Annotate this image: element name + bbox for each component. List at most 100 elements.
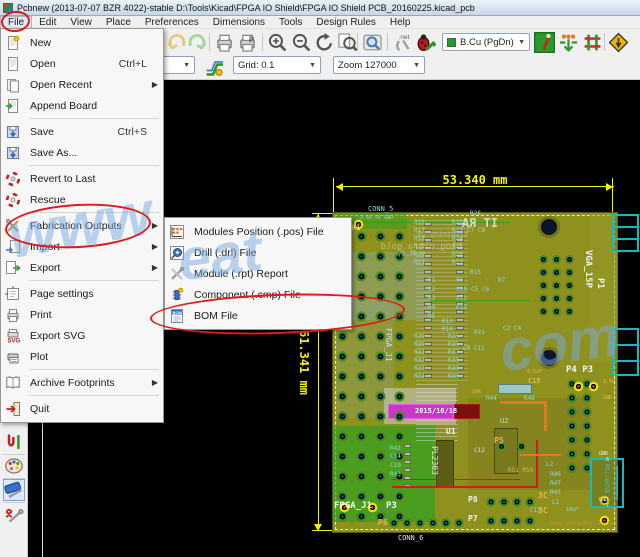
svg-text:SVG: SVG <box>8 338 21 344</box>
left-toolbar-separator <box>3 478 25 479</box>
menu-item-page-settings[interactable]: Page settings <box>1 283 163 304</box>
submenu-item-module-rpt-report[interactable]: Module (.rpt) Report <box>165 263 351 284</box>
left-toolbar-rwrench-icon[interactable] <box>4 506 24 526</box>
menu-item-label: Save <box>30 125 54 138</box>
toolbar-zoom-in-icon[interactable] <box>267 32 288 53</box>
toolbar-find-icon[interactable] <box>362 32 383 53</box>
left-toolbar-ltrack-icon[interactable] <box>4 432 24 452</box>
svg-text:P: P <box>249 36 254 45</box>
cmp-icon <box>169 287 185 303</box>
menu-item-label: Quit <box>30 402 50 415</box>
toolbar-zoom-fit-icon[interactable] <box>337 32 358 53</box>
plot-icon <box>5 349 21 365</box>
menu-item-new[interactable]: New <box>1 32 163 53</box>
menu-item-rescue[interactable]: Rescue <box>1 189 163 210</box>
toolbar-undo-icon[interactable] <box>166 32 187 53</box>
left-toolbar-bwrench-icon[interactable] <box>3 479 25 501</box>
toolbar-drc-icon[interactable] <box>415 32 437 53</box>
toolbar-zoom-out-icon[interactable] <box>291 32 312 53</box>
menubar-item-edit[interactable]: Edit <box>32 16 63 29</box>
layer-selector-dropdown[interactable]: B.Cu (PgDn) ▼ <box>442 33 530 51</box>
toolbar-track-mode-icon[interactable] <box>582 32 603 53</box>
submenu-item-component-cmp-file[interactable]: Component (.cmp) File <box>165 284 351 305</box>
toolbar-microvia-icon[interactable] <box>534 32 555 53</box>
buoy-icon <box>5 192 21 208</box>
zoom-value: Zoom 127000 <box>338 59 397 71</box>
toolbar-redraw-icon[interactable] <box>314 32 335 53</box>
menu-item-open[interactable]: Open Ctrl+L <box>1 53 163 74</box>
title-bar: Pcbnew (2013-07-07 BZR 4022)-stable D:\T… <box>0 0 640 16</box>
submenu-item-modules-position-pos-file[interactable]: Modules Position (.pos) File <box>165 221 351 242</box>
window-title: Pcbnew (2013-07-07 BZR 4022)-stable D:\T… <box>17 2 475 13</box>
menubar-item-tools[interactable]: Tools <box>272 16 309 29</box>
bom-icon: BOM <box>169 308 185 324</box>
menu-item-revert-to-last[interactable]: Revert to Last <box>1 168 163 189</box>
fab-icon <box>5 218 21 234</box>
submenu-item-label: Module (.rpt) Report <box>194 267 288 280</box>
pcbnew-window: Pcbnew (2013-07-07 BZR 4022)-stable D:\T… <box>0 0 640 557</box>
menubar-item-dimensions[interactable]: Dimensions <box>206 16 272 29</box>
menubar-item-place[interactable]: Place <box>99 16 138 29</box>
grid-value: Grid: 0.1 <box>238 59 275 71</box>
submenu-arrow-icon: ▶ <box>151 80 158 89</box>
book-icon <box>5 375 21 391</box>
left-toolbar-palette-icon[interactable] <box>4 456 24 476</box>
menu-item-label: Import <box>30 240 60 253</box>
submenu-item-label: BOM File <box>194 309 238 322</box>
sheet-border-line <box>42 421 43 557</box>
menu-item-print[interactable]: Print <box>1 304 163 325</box>
menu-item-import[interactable]: Import ▶ <box>1 236 163 257</box>
pos-icon <box>169 224 185 240</box>
menubar-item-view[interactable]: View <box>63 16 99 29</box>
menu-item-fabrication-outputs[interactable]: Fabrication Outputs ▶ <box>1 215 163 236</box>
save-icon <box>5 124 21 140</box>
toolbar-separator <box>604 33 605 51</box>
submenu-arrow-icon: ▶ <box>151 378 158 387</box>
menu-item-quit[interactable]: Quit <box>1 398 163 419</box>
doc-icon <box>5 56 21 72</box>
toolbar-redo-icon[interactable] <box>187 32 208 53</box>
left-toolbar-separator <box>3 502 25 503</box>
menu-item-label: Save As... <box>30 146 78 159</box>
submenu-item-drill-drl-file[interactable]: Drill (.drl) File <box>165 242 351 263</box>
menu-item-label: Export <box>30 261 61 274</box>
zoom-dropdown[interactable]: Zoom 127000 ▼ <box>333 56 425 74</box>
rpt-icon <box>169 266 185 282</box>
submenu-item-label: Modules Position (.pos) File <box>194 225 324 238</box>
track-autowidth-icon[interactable] <box>204 58 225 79</box>
menu-item-label: Page settings <box>30 287 94 300</box>
toolbar-separator <box>262 33 263 51</box>
menubar-item-design-rules[interactable]: Design Rules <box>309 16 382 29</box>
menu-item-plot[interactable]: Plot <box>1 346 163 367</box>
submenu-item-label: Drill (.drl) File <box>194 246 257 259</box>
menu-item-label: New <box>30 36 52 49</box>
toolbar-separator <box>209 33 210 51</box>
left-toolbar-separator <box>3 454 25 455</box>
menu-item-open-recent[interactable]: Open Recent ▶ <box>1 74 163 95</box>
menu-item-export[interactable]: Export ▶ <box>1 257 163 278</box>
menubar-item-preferences[interactable]: Preferences <box>138 16 206 29</box>
import-icon <box>5 239 21 255</box>
layer-selector-value: B.Cu (PgDn) <box>460 36 514 48</box>
menu-item-append-board[interactable]: Append Board <box>1 95 163 116</box>
toolbar-design-rules-icon[interactable] <box>608 32 629 53</box>
menubar-item-help[interactable]: Help <box>383 16 418 29</box>
menu-item-label: Fabrication Outputs <box>30 219 122 232</box>
grid-dropdown[interactable]: Grid: 0.1 ▼ <box>233 56 321 74</box>
submenu-item-label: Component (.cmp) File <box>194 288 301 301</box>
print-icon <box>5 307 21 323</box>
menu-item-save-as[interactable]: Save As... <box>1 142 163 163</box>
toolbar-netlist-icon[interactable]: .net <box>392 32 413 53</box>
file-menu-popup: New Open Ctrl+L Open Recent ▶ Append Board Sav… <box>0 28 164 423</box>
menu-item-archive-footprints[interactable]: Archive Footprints ▶ <box>1 372 163 393</box>
submenu-item-bom-file[interactable]: BOM BOM File <box>165 305 351 326</box>
menu-item-save[interactable]: Save Ctrl+S <box>1 121 163 142</box>
toolbar-print-icon[interactable] <box>214 32 235 53</box>
toolbar-print-copy-icon[interactable]: P <box>237 32 258 53</box>
menubar-item-file[interactable]: File <box>0 15 33 29</box>
doc2-icon <box>5 77 21 93</box>
buoy-icon <box>5 171 21 187</box>
toolbar-module-mode-icon[interactable] <box>558 32 579 53</box>
menu-item-export-svg[interactable]: SVG Export SVG <box>1 325 163 346</box>
layer-color-swatch <box>447 37 456 47</box>
